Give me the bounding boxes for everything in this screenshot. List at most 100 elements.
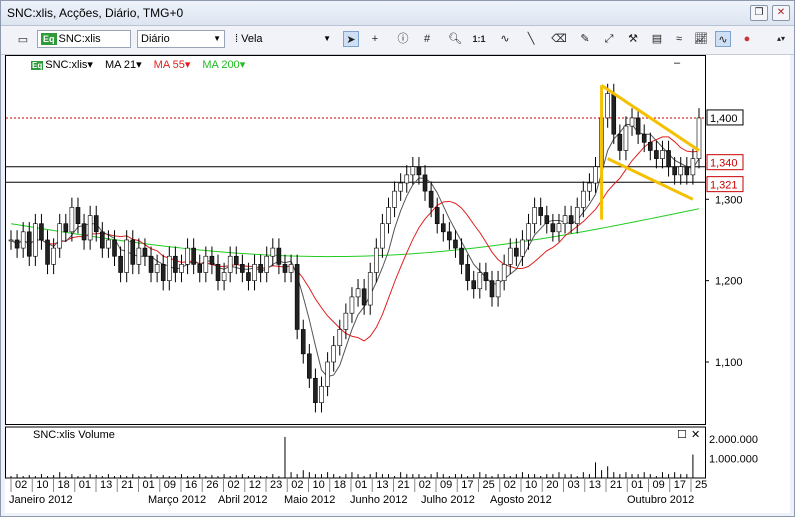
minimize-pane-icon[interactable]: –: [674, 57, 680, 69]
sheet-icon[interactable]: ▤: [649, 31, 665, 47]
candle[interactable]: [142, 247, 148, 257]
candle[interactable]: [343, 312, 349, 330]
candle[interactable]: [520, 239, 525, 257]
candle[interactable]: [526, 223, 531, 241]
close-button[interactable]: ✕: [772, 5, 790, 21]
candle[interactable]: [623, 125, 629, 151]
candle[interactable]: [404, 174, 410, 184]
candle[interactable]: [203, 255, 209, 273]
candle[interactable]: [93, 215, 99, 233]
candle[interactable]: [20, 231, 26, 249]
candle[interactable]: [459, 247, 464, 265]
wave-icon[interactable]: ≈: [671, 31, 687, 47]
candle[interactable]: [100, 231, 105, 249]
wave-active-icon[interactable]: ∿: [715, 31, 731, 47]
candle[interactable]: [240, 264, 245, 273]
candle[interactable]: [647, 142, 653, 151]
candle[interactable]: [45, 239, 50, 265]
candle[interactable]: [130, 239, 136, 265]
candle[interactable]: [57, 223, 63, 249]
candle[interactable]: [392, 190, 397, 208]
candle[interactable]: [374, 247, 379, 273]
candle[interactable]: [489, 280, 495, 298]
candle[interactable]: [422, 174, 428, 192]
candle[interactable]: [654, 150, 659, 159]
candle[interactable]: [538, 207, 543, 216]
candle[interactable]: [215, 264, 221, 281]
candle[interactable]: [81, 223, 87, 241]
legend-ma55[interactable]: MA 55▾: [154, 58, 191, 71]
candle[interactable]: [39, 223, 44, 241]
candle[interactable]: [593, 166, 598, 184]
candle[interactable]: [355, 288, 361, 298]
candle[interactable]: [300, 329, 306, 355]
candle[interactable]: [398, 182, 403, 192]
grid-icon[interactable]: #: [419, 31, 435, 47]
candle[interactable]: [246, 272, 251, 281]
candle[interactable]: [221, 272, 227, 281]
chart-svg[interactable]: 1,300 1,200 1,100 1,400 1,340 1,321 2.000.000 1…: [5, 55, 790, 513]
candle[interactable]: [447, 231, 452, 241]
menu-icon[interactable]: ▭: [15, 32, 31, 48]
legend-symbol[interactable]: Eq SNC:xlis▾: [31, 58, 93, 71]
candle[interactable]: [532, 207, 537, 224]
chart-type-select[interactable]: ⁞ Vela ▼: [231, 30, 335, 48]
candle[interactable]: [179, 264, 184, 273]
candle[interactable]: [361, 288, 367, 306]
candle[interactable]: [69, 207, 75, 233]
candle[interactable]: [118, 255, 123, 273]
candle[interactable]: [641, 133, 647, 143]
candle[interactable]: [112, 239, 117, 257]
candle[interactable]: [660, 150, 665, 159]
symbol-input[interactable]: Eq SNC:xlis: [37, 30, 131, 48]
eraser-icon[interactable]: ⌫: [551, 31, 567, 47]
candle[interactable]: [380, 223, 385, 249]
legend-ma200[interactable]: MA 200▾: [202, 58, 245, 71]
candle[interactable]: [574, 207, 580, 224]
candle[interactable]: [233, 255, 239, 265]
candle[interactable]: [410, 166, 416, 176]
candle[interactable]: [33, 223, 38, 257]
tools-icon[interactable]: ⚒: [625, 31, 641, 47]
candle[interactable]: [160, 264, 166, 281]
candle[interactable]: [678, 166, 684, 176]
candle[interactable]: [307, 353, 312, 379]
restore-button[interactable]: ❐: [750, 5, 768, 21]
candle[interactable]: [185, 247, 190, 265]
crosshair-icon[interactable]: +: [367, 31, 383, 47]
one-to-one-icon[interactable]: 1:1: [471, 31, 487, 47]
candle[interactable]: [672, 166, 677, 176]
chart-area[interactable]: 1,300 1,200 1,100 1,400 1,340 1,321 2.000.000 1…: [5, 55, 790, 513]
candle[interactable]: [666, 150, 671, 168]
candle[interactable]: [197, 264, 203, 273]
candle[interactable]: [136, 247, 142, 265]
candle[interactable]: [51, 247, 56, 265]
candle[interactable]: [501, 264, 507, 281]
legend-ma21[interactable]: MA 21▾: [105, 58, 142, 71]
arrows-icon[interactable]: ⤢: [601, 31, 617, 47]
candle[interactable]: [587, 182, 592, 192]
candle[interactable]: [696, 117, 702, 159]
candle[interactable]: [173, 255, 178, 273]
candle[interactable]: [270, 247, 276, 257]
candle[interactable]: [440, 223, 446, 233]
pen-icon[interactable]: ✎: [577, 31, 593, 47]
candle[interactable]: [337, 329, 343, 347]
candle[interactable]: [106, 239, 111, 249]
candle[interactable]: [611, 93, 617, 135]
chart-icon[interactable]: 📈︎: [693, 31, 709, 47]
candle[interactable]: [477, 272, 483, 290]
candle[interactable]: [386, 207, 391, 224]
candle[interactable]: [635, 117, 641, 135]
trendline-icon[interactable]: ╲: [523, 31, 539, 47]
candle[interactable]: [294, 264, 300, 330]
candle[interactable]: [167, 255, 172, 281]
candle[interactable]: [465, 264, 470, 281]
record-icon[interactable]: ●: [739, 31, 755, 47]
candle[interactable]: [550, 223, 556, 233]
candle[interactable]: [428, 190, 434, 208]
info-icon[interactable]: ⓘ: [395, 31, 411, 47]
indicator-icon[interactable]: ∿: [497, 31, 513, 47]
candle[interactable]: [313, 377, 318, 403]
cursor-arrow-icon[interactable]: ➤: [343, 31, 359, 47]
